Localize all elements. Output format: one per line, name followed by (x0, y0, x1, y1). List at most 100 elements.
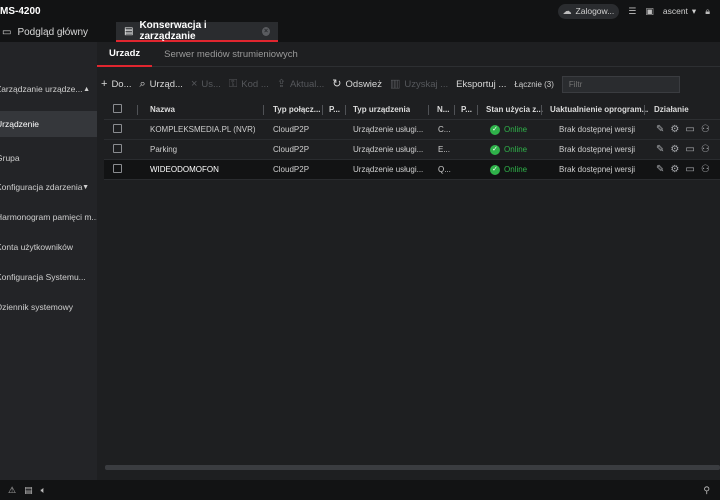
table-row[interactable]: WIDEODOMOFON CloudP2P Urządzenie usługi.… (104, 160, 720, 180)
user-name: ascent (662, 6, 688, 16)
col-name[interactable]: Nazwa (150, 105, 175, 114)
sidebar-item-event-config[interactable]: Konfiguracja zdarzenia ▼ (0, 180, 97, 194)
horizontal-scrollbar[interactable] (105, 465, 720, 470)
gear-icon[interactable]: ⚙ (670, 124, 679, 135)
status-badge: ✓ Online (490, 164, 528, 175)
user-icon[interactable]: ⚇ (701, 144, 710, 155)
edit-icon[interactable]: ✎ (656, 164, 664, 175)
col-usage-status[interactable]: Stan użycia z... (486, 105, 548, 114)
storage-icon[interactable]: ▭ (685, 124, 694, 135)
sidebar-item-system-config[interactable]: Konfiguracja Systemu... (0, 270, 97, 284)
sidebar-item-user-accounts[interactable]: Konta użytkowników (0, 240, 97, 254)
user-menu[interactable]: ascent ▾ (663, 6, 696, 17)
col-conn-type[interactable]: Typ połącz... (273, 105, 321, 114)
gear-icon[interactable]: ⚙ (670, 144, 679, 155)
notification-icon[interactable]: ▤ (24, 485, 33, 496)
device-name: KOMPLEKSMEDIA.PL (NVR) (150, 125, 256, 134)
status-bar: ⚠ ▤ 🔈︎ ⚲ (0, 480, 720, 500)
connection-type: CloudP2P (273, 125, 310, 134)
device-n: C... (438, 125, 451, 134)
col-p1[interactable]: P... (329, 105, 340, 114)
warning-icon[interactable]: ⚠ (8, 485, 16, 496)
sidebar-item-group[interactable]: Grupa (0, 151, 97, 165)
search-device-button[interactable]: ⌕ Urząd... (136, 78, 187, 90)
chevron-up-icon: ▲ (83, 85, 90, 93)
table-row[interactable]: Parking CloudP2P Urządzenie usługi... E.… (104, 140, 720, 160)
obtain-button[interactable]: ▥ Uzyskaj ... (386, 78, 452, 90)
export-button[interactable]: Eksportuj ... (452, 79, 510, 90)
app-title: MS-4200 (0, 5, 41, 17)
update-button[interactable]: ⇪ Aktual... (273, 78, 329, 90)
search-device-label: Urząd... (149, 78, 183, 90)
table-row[interactable]: KOMPLEKSMEDIA.PL (NVR) CloudP2P Urządzen… (104, 120, 720, 140)
obtain-label: Uzyskaj ... (404, 78, 449, 90)
refresh-button[interactable]: ↻ Odswież (328, 77, 386, 90)
row-checkbox[interactable] (113, 124, 122, 135)
tab-device[interactable]: Urzadz (97, 42, 153, 67)
tab-maintenance[interactable]: ▤ Konserwacja i zarządzanie × (116, 20, 278, 42)
close-icon: × (190, 77, 198, 90)
login-button[interactable]: ☁ Zalogow... (557, 3, 620, 19)
key-icon: ⚿ (228, 77, 238, 90)
chevron-down-icon: ▾ (691, 5, 697, 16)
code-button[interactable]: ⚿ Kod ... (225, 77, 273, 90)
col-device-type[interactable]: Typ urządzenia (353, 105, 410, 114)
sidebar-item-storage-schedule[interactable]: Harmonogram pamięci m... (0, 210, 97, 224)
refresh-icon: ↻ (332, 77, 342, 90)
sidebar-item-system-log[interactable]: Dziennik systemowy (0, 300, 97, 314)
row-actions: ✎ ⚙ ▭ ⚇ (656, 164, 716, 175)
status-text: Online (504, 144, 528, 154)
connection-type: CloudP2P (273, 145, 310, 154)
export-label: Eksportuj ... (456, 78, 507, 90)
sidebar-item-label: Konfiguracja zdarzenia (0, 182, 83, 192)
upgrade-status: Brak dostępnej wersji (559, 145, 636, 154)
filter-input[interactable] (561, 75, 680, 93)
select-all-checkbox[interactable] (113, 104, 122, 115)
list-icon[interactable]: ☰ (628, 6, 636, 16)
sidebar-item-device-management[interactable]: Zarządzanie urządze... ▲ (0, 82, 97, 96)
lock-icon[interactable]: 🔒︎ (705, 6, 710, 16)
user-icon[interactable]: ⚇ (701, 124, 710, 135)
row-checkbox[interactable] (113, 164, 122, 175)
sidebar-item-label: Konta użytkowników (0, 242, 74, 252)
document-icon: ▤ (124, 25, 134, 37)
edit-icon[interactable]: ✎ (656, 124, 664, 135)
delete-button[interactable]: × Us... (187, 77, 225, 90)
row-actions: ✎ ⚙ ▭ ⚇ (656, 124, 716, 135)
image-icon[interactable]: ▣ (645, 6, 654, 16)
close-icon[interactable]: × (261, 26, 270, 36)
chevron-down-icon: ▼ (82, 183, 89, 191)
storage-icon[interactable]: ▭ (685, 164, 694, 175)
device-type: Urządzenie usługi... (353, 125, 424, 134)
tab-bar: ▭ Podgląd główny ▤ Konserwacja i zarządz… (0, 20, 720, 42)
check-circle-icon: ✓ (490, 124, 500, 135)
total-count: Łącznie (3) (514, 79, 554, 89)
tab-streaming-server[interactable]: Serwer mediów strumieniowych (152, 42, 310, 67)
add-button[interactable]: + Do... (97, 78, 136, 90)
device-name: WIDEODOMOFON (150, 165, 219, 174)
login-label: Zalogow... (575, 6, 615, 16)
col-n[interactable]: N... (437, 105, 449, 114)
cloud-icon: ☁ (562, 5, 572, 16)
device-name: Parking (150, 145, 178, 154)
user-icon[interactable]: ⚇ (701, 164, 710, 175)
status-badge: ✓ Online (490, 144, 528, 155)
edit-icon[interactable]: ✎ (656, 144, 664, 155)
speaker-icon[interactable]: 🔈︎ (41, 485, 46, 496)
update-label: Aktual... (289, 78, 325, 90)
row-checkbox[interactable] (113, 144, 122, 155)
sidebar-item-label: Grupa (0, 153, 20, 163)
table-header: Nazwa Typ połącz... P... Typ urządzenia … (104, 100, 720, 120)
storage-icon[interactable]: ▭ (685, 144, 694, 155)
gear-icon[interactable]: ⚙ (670, 164, 679, 175)
status-text: Online (504, 124, 528, 134)
row-actions: ✎ ⚙ ▭ ⚇ (656, 144, 716, 155)
device-type: Urządzenie usługi... (353, 165, 424, 174)
pin-icon[interactable]: ⚲ (703, 485, 710, 496)
col-upgrade[interactable]: Uaktualnienie oprogram... (550, 105, 648, 114)
sidebar-item-device[interactable]: Urządzenie (0, 111, 97, 137)
col-p2[interactable]: P... (461, 105, 472, 114)
tab-main-preview[interactable]: ▭ Podgląd główny (0, 22, 112, 42)
status-text: Online (504, 164, 528, 174)
upgrade-status: Brak dostępnej wersji (559, 125, 636, 134)
